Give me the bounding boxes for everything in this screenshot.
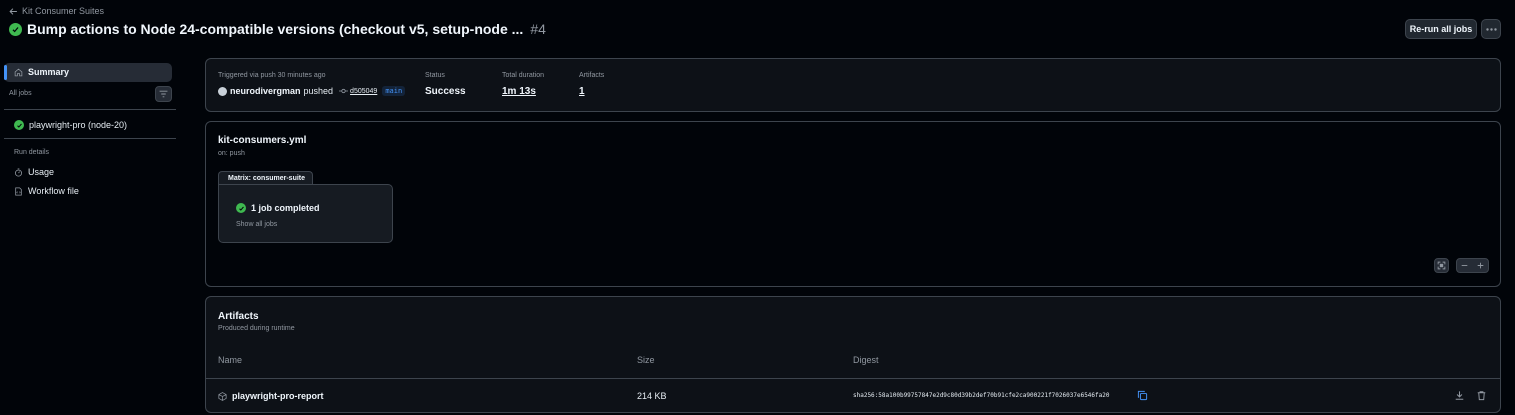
workflow-graph-panel: kit-consumers.yml on: push Matrix: consu…: [205, 121, 1501, 287]
fullscreen-icon: [1437, 261, 1446, 270]
check-circle-icon: [9, 22, 22, 36]
matrix-card[interactable]: 1 job completed Show all jobs: [218, 184, 393, 243]
home-icon: [14, 68, 23, 77]
artifacts-subtitle: Produced during runtime: [218, 325, 295, 332]
table-row[interactable]: playwright-pro-report: [218, 391, 324, 401]
divider: [4, 138, 176, 139]
artifacts-title: Artifacts: [218, 311, 259, 322]
workflow-trigger: on: push: [218, 150, 245, 157]
trigger-row: neurodivergman pushed d505049 main: [218, 86, 406, 96]
status-label: Status: [425, 72, 445, 79]
artifact-name[interactable]: playwright-pro-report: [232, 391, 324, 401]
stopwatch-icon: [15, 167, 22, 177]
artifacts-count-value[interactable]: 1: [579, 86, 585, 97]
zoom-out-icon[interactable]: [1460, 261, 1469, 270]
show-all-jobs-link[interactable]: Show all jobs: [236, 221, 277, 228]
artifact-size: 214 KB: [637, 391, 667, 401]
run-summary-panel: Triggered via push 30 minutes ago neurod…: [205, 58, 1501, 112]
git-commit-icon: [339, 88, 349, 94]
sidebar-item-label: Usage: [28, 167, 55, 177]
status-value: Success: [425, 86, 466, 97]
sidebar-item-label: Workflow file: [28, 186, 79, 196]
triggered-text: Triggered via push 30 minutes ago: [218, 72, 326, 79]
run-header: Kit Consumer Suites Bump actions to Node…: [0, 0, 1515, 50]
matrix-label: Matrix: consumer-suite: [218, 171, 313, 185]
zoom-in-icon[interactable]: [1476, 261, 1485, 270]
avatar: [218, 86, 227, 96]
all-jobs-heading: All jobs: [9, 90, 32, 97]
branch-label[interactable]: main: [382, 86, 406, 96]
rerun-all-jobs-button[interactable]: Re-run all jobs: [1405, 19, 1477, 39]
filter-icon: [159, 90, 168, 98]
artifacts-count-label: Artifacts: [579, 72, 605, 79]
filter-jobs-button[interactable]: [155, 86, 172, 102]
more-options-button[interactable]: [1481, 19, 1501, 39]
active-indicator: [4, 65, 7, 80]
page-title: Bump actions to Node 24-compatible versi…: [27, 21, 524, 37]
sidebar-item-label: Summary: [28, 67, 70, 77]
trash-icon[interactable]: [1476, 390, 1487, 401]
divider: [4, 109, 176, 110]
jobs-completed-text: 1 job completed: [251, 203, 320, 213]
arrow-left-icon: [9, 7, 17, 15]
check-circle-icon: [236, 203, 246, 213]
commit-link[interactable]: d505049: [339, 88, 377, 95]
sidebar-item-usage[interactable]: Usage: [14, 167, 54, 177]
actor-link[interactable]: neurodivergman: [230, 86, 301, 96]
run-details-heading: Run details: [14, 149, 50, 156]
package-icon: [218, 391, 227, 401]
kebab-horizontal-icon: [1485, 27, 1497, 31]
duration-label: Total duration: [502, 72, 545, 79]
artifacts-panel: Artifacts Produced during runtime Name S…: [205, 296, 1501, 413]
file-icon: [15, 186, 22, 196]
back-link-label[interactable]: Kit Consumer Suites: [22, 6, 104, 16]
sidebar-job-label: playwright-pro (node-20): [29, 120, 128, 130]
workflow-file-name: kit-consumers.yml: [218, 135, 307, 146]
fullscreen-button[interactable]: [1434, 258, 1449, 273]
check-circle-icon: [14, 120, 24, 130]
sidebar-job-item[interactable]: playwright-pro (node-20): [14, 120, 127, 130]
commit-sha: d505049: [350, 87, 378, 95]
column-header-size: Size: [637, 355, 655, 365]
artifact-digest: sha256:58a100b99757847e2d9c80d39b2def70b…: [853, 392, 1110, 399]
sidebar-item-summary[interactable]: Summary: [4, 63, 172, 82]
divider: [206, 378, 1500, 379]
page-title-row: Bump actions to Node 24-compatible versi…: [9, 21, 546, 37]
action-text: pushed: [303, 86, 334, 96]
jobs-completed-row: 1 job completed: [236, 203, 320, 213]
copy-icon[interactable]: [1137, 390, 1148, 401]
download-icon[interactable]: [1454, 390, 1465, 401]
column-header-digest: Digest: [853, 355, 879, 365]
sidebar-item-workflow-file[interactable]: Workflow file: [14, 186, 79, 196]
run-number: #4: [530, 21, 546, 37]
duration-value[interactable]: 1m 13s: [502, 86, 536, 97]
back-link[interactable]: Kit Consumer Suites: [9, 6, 104, 16]
column-header-name: Name: [218, 355, 243, 365]
zoom-controls: [1456, 258, 1489, 273]
